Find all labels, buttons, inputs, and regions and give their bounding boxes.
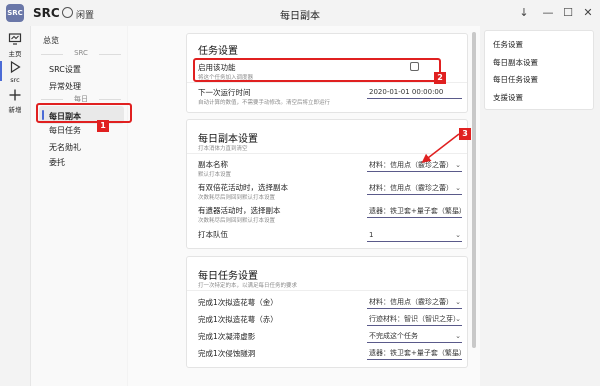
section-link-dungeon-settings[interactable]: 每日副本设置 [493, 57, 538, 68]
sidebar-header-src: SRC [39, 49, 123, 57]
divider [187, 290, 467, 291]
scrollbar[interactable] [472, 32, 476, 348]
nav-add[interactable]: 新增 [0, 88, 30, 114]
relic-event-label: 有遗器活动时，选择副本 [198, 206, 281, 215]
status-text: 闲置 [76, 11, 95, 21]
relic-event-select[interactable]: 遗器：铁卫套+量子套（繁星） ⌄ [367, 206, 462, 218]
plus-icon [9, 89, 21, 101]
download-icon[interactable]: ↓ [514, 3, 534, 23]
task-gold-label: 完成1次拟造花萼（金） [198, 298, 278, 307]
app-logo: SRC [6, 4, 24, 22]
section-link-daily-task-settings[interactable]: 每日任务设置 [493, 74, 538, 85]
task-shadow-select[interactable]: 不完成这个任务 ⌄ [367, 331, 462, 343]
sidebar-item-daily-task[interactable]: 每日任务 [49, 125, 81, 136]
nav-src[interactable]: src [0, 60, 30, 84]
sidebar-item-overview[interactable]: 总览 [43, 35, 59, 46]
dungeon-settings-title: 每日副本设置 [198, 134, 258, 145]
chevron-down-icon: ⌄ [455, 184, 461, 192]
team-value: 1 [369, 231, 374, 239]
relic-event-value: 遗器：铁卫套+量子套（繁星） [369, 207, 462, 215]
maximize-button[interactable]: ☐ [558, 3, 578, 23]
divider [187, 153, 467, 154]
team-label: 打本队伍 [198, 230, 228, 239]
chevron-down-icon: ⌄ [455, 315, 461, 323]
chevron-down-icon: ⌄ [455, 231, 461, 239]
annotation-badge-2: 2 [434, 72, 446, 84]
annotation-box-1 [36, 103, 132, 123]
section-link-task-settings[interactable]: 任务设置 [493, 39, 523, 50]
close-button[interactable]: ✕ [578, 3, 598, 23]
double-event-label: 有双倍花活动时，选择副本 [198, 183, 288, 192]
task-cavern-value: 遗器：铁卫套+量子套（繁星） [369, 349, 462, 357]
team-select[interactable]: 1 ⌄ [367, 230, 462, 242]
nav-home-label: 主页 [8, 50, 22, 58]
task-settings-title: 任务设置 [198, 46, 238, 57]
relic-event-desc: 次数耗尽后则回到默认打本设置 [198, 218, 276, 224]
dungeon-settings-subtitle: 打本消体力直到清空 [198, 146, 248, 152]
dungeon-name-select[interactable]: 材料：信用点（霰珍之蕾） ⌄ [367, 160, 462, 172]
next-run-desc: 自动计算的数值，不需要手动修改。清空后将立即运行 [198, 100, 331, 106]
dungeon-settings-card: 每日副本设置 打本消体力直到清空 副本名称 默认打本设置 材料：信用点（霰珍之蕾… [186, 119, 468, 249]
annotation-badge-3: 3 [459, 128, 471, 140]
dungeon-name-value: 材料：信用点（霰珍之蕾） [369, 161, 453, 169]
nav-src-label: src [10, 76, 20, 84]
double-event-select[interactable]: 材料：信用点（霰珍之蕾） ⌄ [367, 183, 462, 195]
nav-add-label: 新增 [8, 106, 22, 114]
section-nav-panel: 任务设置 每日副本设置 每日任务设置 支援设置 [484, 30, 594, 110]
double-event-value: 材料：信用点（霰珍之蕾） [369, 184, 453, 192]
app-name: SRC [33, 6, 60, 20]
task-shadow-value: 不完成这个任务 [369, 332, 418, 340]
title-bar: SRC SRC 闲置 每日副本 ↓ — ☐ ✕ [0, 0, 600, 26]
divider [187, 82, 467, 83]
annotation-badge-1: 1 [97, 120, 109, 132]
task-crimson-label: 完成1次拟造花萼（赤） [198, 315, 278, 324]
task-gold-value: 材料：信用点（霰珍之蕾） [369, 298, 453, 306]
task-crimson-select[interactable]: 行迹材料：智识（智识之芽） ⌄ [367, 314, 462, 326]
task-cavern-select[interactable]: 遗器：铁卫套+量子套（繁星） ⌄ [367, 348, 462, 360]
section-link-support-settings[interactable]: 支援设置 [493, 92, 523, 103]
monitor-icon [8, 33, 22, 45]
daily-task-settings-card: 每日任务设置 打一次特定的本，以满足每日任务的要求 完成1次拟造花萼（金） 材料… [186, 256, 468, 368]
chevron-down-icon: ⌄ [455, 332, 461, 340]
task-shadow-label: 完成1次凝滞虚影 [198, 332, 256, 341]
task-gold-select[interactable]: 材料：信用点（霰珍之蕾） ⌄ [367, 297, 462, 309]
chevron-down-icon: ⌄ [455, 298, 461, 306]
annotation-box-2 [193, 58, 441, 82]
minimize-button[interactable]: — [538, 3, 558, 23]
daily-task-settings-title: 每日任务设置 [198, 271, 258, 282]
nav-home[interactable]: 主页 [0, 32, 30, 58]
sidebar-item-nameless-honor[interactable]: 无名勋礼 [49, 142, 81, 153]
sidebar-item-src-settings[interactable]: SRC设置 [49, 64, 81, 75]
daily-task-settings-subtitle: 打一次特定的本，以满足每日任务的要求 [198, 283, 298, 289]
dungeon-name-label: 副本名称 [198, 160, 228, 169]
sidebar: 总览 SRC SRC设置 异常处理 每日 每日副本 每日任务 无名勋礼 委托 [30, 26, 127, 386]
play-icon [10, 60, 21, 74]
task-crimson-value: 行迹材料：智识（智识之芽） [369, 315, 460, 323]
next-run-value: 2020-01-01 00:00:00 [369, 88, 444, 96]
task-cavern-label: 完成1次侵蚀隧洞 [198, 349, 256, 358]
nav-rail: 主页 src 新增 [0, 26, 30, 386]
chevron-down-icon: ⌄ [455, 207, 461, 215]
chevron-down-icon: ⌄ [455, 161, 461, 169]
sidebar-item-exception[interactable]: 异常处理 [49, 81, 81, 92]
status-icon [62, 7, 73, 18]
dungeon-name-desc: 默认打本设置 [198, 172, 232, 178]
next-run-input[interactable]: 2020-01-01 00:00:00 [367, 87, 462, 99]
chevron-down-icon: ⌄ [455, 349, 461, 357]
double-event-desc: 次数耗尽后则回到默认打本设置 [198, 195, 276, 201]
sidebar-item-commission[interactable]: 委托 [49, 157, 65, 168]
next-run-label: 下一次运行时间 [198, 88, 251, 97]
